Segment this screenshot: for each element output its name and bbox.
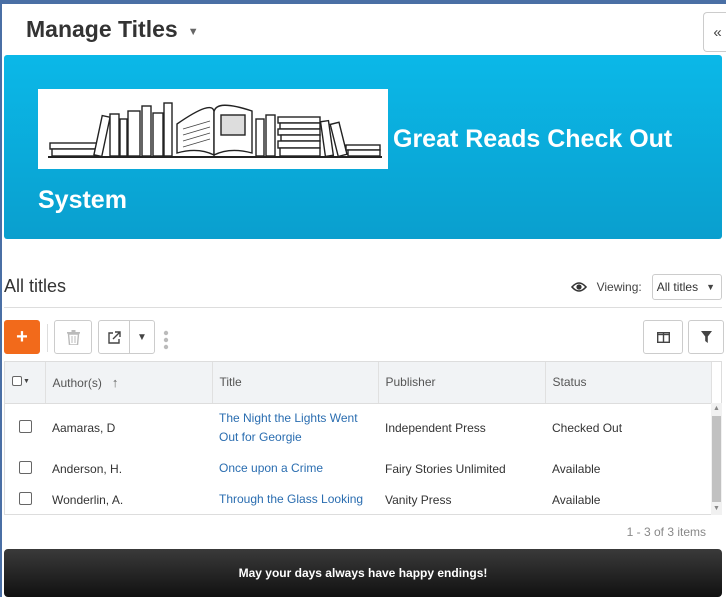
row-select-cell xyxy=(5,484,45,515)
titles-grid: ▼ Author(s) ↑ Title Publisher Status Aam… xyxy=(4,361,722,515)
scrollbar-thumb[interactable] xyxy=(712,416,721,502)
page-title: Manage Titles xyxy=(26,16,178,42)
toolbar-divider xyxy=(47,324,48,352)
publisher-cell: Vanity Press xyxy=(385,492,452,507)
open-options-dropdown[interactable]: ▼ xyxy=(129,320,155,354)
drag-grip-icon[interactable] xyxy=(163,330,169,350)
window-left-border xyxy=(0,0,2,597)
chevron-down-icon[interactable]: ▼ xyxy=(188,26,199,38)
footer: May your days always have happy endings! xyxy=(4,549,722,597)
toolbar: + ▼ xyxy=(4,320,724,356)
status-cell: Checked Out xyxy=(552,421,623,436)
banner-title: Great Reads Check Out System xyxy=(38,125,673,214)
window-top-border xyxy=(0,0,726,4)
select-all-checkbox[interactable] xyxy=(12,376,22,387)
title-cell: Through the Glass Looking xyxy=(212,484,378,515)
table-header-row: ▼ Author(s) ↑ Title Publisher Status xyxy=(5,362,712,404)
delete-button[interactable] xyxy=(54,320,92,354)
trash-icon xyxy=(66,329,80,345)
open-item-button[interactable] xyxy=(98,320,130,354)
table-row[interactable]: Wonderlin, A. Through the Glass Looking … xyxy=(5,484,711,515)
row-checkbox[interactable] xyxy=(19,491,32,505)
viewing-label: Viewing: xyxy=(596,280,642,294)
titles-table: ▼ Author(s) ↑ Title Publisher Status Aam… xyxy=(5,362,712,515)
author-cell: Wonderlin, A. xyxy=(52,492,124,507)
column-header-label: Publisher xyxy=(385,375,436,390)
columns-button[interactable] xyxy=(643,320,683,354)
author-cell: Anderson, H. xyxy=(52,461,123,476)
title-link[interactable]: Once upon a Crime xyxy=(219,461,323,475)
column-header-title[interactable]: Title xyxy=(212,362,379,404)
filter-icon xyxy=(700,331,712,343)
table-row[interactable]: Aamaras, D The Night the Lights Went Out… xyxy=(5,403,711,453)
author-cell: Aamaras, D xyxy=(52,421,116,436)
title-cell: The Night the Lights Went Out for Georgi… xyxy=(212,403,378,453)
title-cell: Once upon a Crime xyxy=(212,453,378,484)
row-select-cell xyxy=(5,403,45,453)
banner: Great Reads Check Out System xyxy=(4,55,722,239)
column-header-status[interactable]: Status xyxy=(545,362,712,404)
select-all-header[interactable]: ▼ xyxy=(5,362,46,404)
scroll-up-arrow-icon[interactable]: ▲ xyxy=(711,403,722,415)
title-link[interactable]: Through the Glass Looking xyxy=(219,492,363,506)
page-header[interactable]: Manage Titles ▼ xyxy=(26,16,199,43)
chevron-down-icon: ▼ xyxy=(706,282,715,292)
collapse-panel-button[interactable]: « xyxy=(703,12,726,52)
sort-ascending-icon: ↑ xyxy=(111,374,119,390)
scroll-down-arrow-icon[interactable]: ▼ xyxy=(711,503,722,515)
status-cell: Available xyxy=(552,492,601,507)
publisher-cell: Independent Press xyxy=(385,421,486,436)
chevron-down-icon: ▼ xyxy=(137,331,147,343)
list-header: All titles Viewing: All titles ▼ xyxy=(4,274,722,308)
pager-info: 1 - 3 of 3 items xyxy=(626,525,706,539)
eye-icon xyxy=(570,282,587,292)
row-checkbox[interactable] xyxy=(19,420,32,434)
publisher-cell: Fairy Stories Unlimited xyxy=(385,461,506,476)
column-header-label: Status xyxy=(552,375,587,390)
add-button[interactable]: + xyxy=(4,320,40,354)
column-header-label: Author(s) xyxy=(52,375,102,390)
viewing-control: Viewing: All titles ▼ xyxy=(570,274,722,300)
viewing-select-value: All titles xyxy=(656,280,699,294)
status-cell: Available xyxy=(552,461,601,476)
footer-text: May your days always have happy endings! xyxy=(238,566,488,580)
chevron-down-icon[interactable]: ▼ xyxy=(23,378,30,385)
filter-button[interactable] xyxy=(688,320,724,354)
external-link-icon xyxy=(107,330,121,344)
columns-icon xyxy=(656,331,670,343)
double-chevron-left-icon: « xyxy=(713,23,722,41)
row-checkbox[interactable] xyxy=(19,460,32,474)
list-title: All titles xyxy=(4,276,67,296)
table-row[interactable]: Anderson, H. Once upon a Crime Fairy Sto… xyxy=(5,453,711,484)
grid-scrollbar[interactable]: ▲ ▼ xyxy=(711,403,722,515)
viewing-select[interactable]: All titles ▼ xyxy=(651,274,722,300)
title-link[interactable]: The Night the Lights Went Out for Georgi… xyxy=(219,411,358,444)
row-select-cell xyxy=(5,453,45,484)
column-header-author[interactable]: Author(s) ↑ xyxy=(45,362,213,404)
column-header-publisher[interactable]: Publisher xyxy=(378,362,546,404)
column-header-label: Title xyxy=(219,375,242,390)
